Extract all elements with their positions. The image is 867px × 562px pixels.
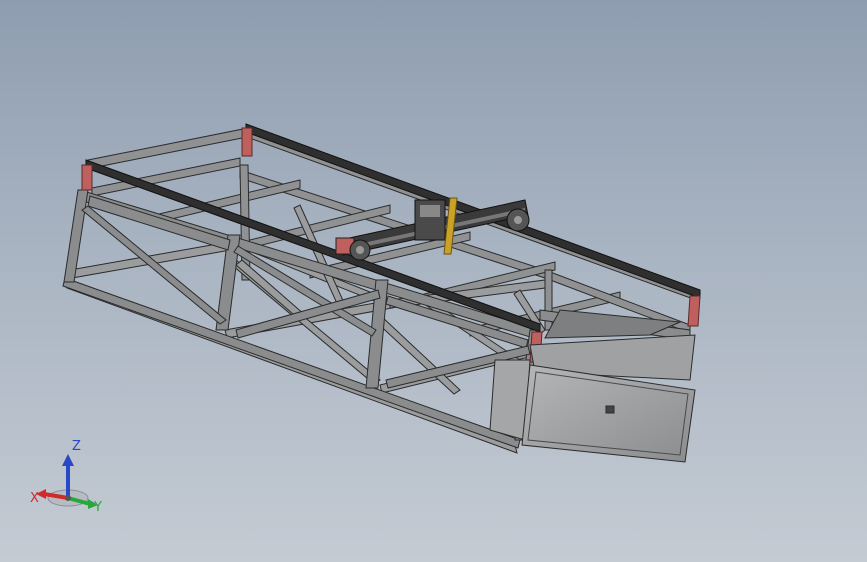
z-axis-label: Z bbox=[72, 440, 81, 454]
view-orientation-triad-icon[interactable]: Z X Y bbox=[28, 440, 108, 520]
y-axis-label: Y bbox=[93, 500, 102, 515]
x-axis-label: X bbox=[30, 491, 39, 506]
cad-graphics-viewport[interactable]: Z X Y bbox=[0, 0, 867, 562]
cnc-frame-3d-model[interactable] bbox=[0, 0, 867, 562]
